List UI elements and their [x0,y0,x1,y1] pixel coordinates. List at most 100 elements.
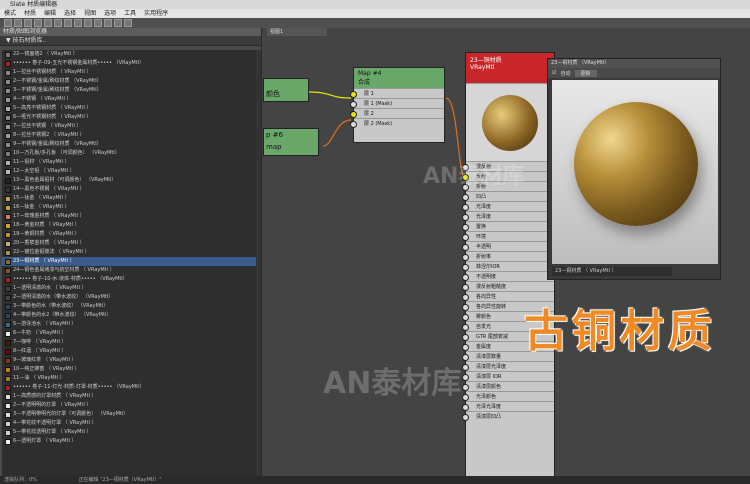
socket-pin[interactable] [462,234,469,241]
composite-map-node[interactable]: Map #4 合成 层 1 层 1 (Mask) 层 2 层 2 (Mask) [350,67,445,143]
material-list-item[interactable]: 5—游泳池水 （ VRayMtl ） [2,320,256,329]
layout-all-icon[interactable] [74,19,82,27]
material-list-item[interactable]: 7—拉丝不锈钢 （ VRayMtl ） [2,122,256,131]
socket-pin[interactable] [462,224,469,231]
material-list-item[interactable]: 20—香槟金材质 （ VRayMtl ） [2,239,256,248]
socket-pin[interactable] [462,274,469,281]
select-tool-icon[interactable] [4,19,12,27]
material-list-item[interactable]: 10—纯正蜂蜜 （ VRayMtl ） [2,365,256,374]
socket-pin[interactable] [350,101,357,108]
material-list-item[interactable]: 6—哑光不锈钢材质 （ VRayMtl ） [2,113,256,122]
library-group-header[interactable]: ▼ 技石材质库.. [0,36,261,46]
socket-pin[interactable] [462,374,469,381]
material-list-item[interactable]: 14—黑色不锈钢 （ VRayMtl ） [2,185,256,194]
socket-pin[interactable] [462,204,469,211]
material-list-item[interactable]: 5—带花纹透明灯罩 （ VRayMtl ） [2,428,256,437]
slot-layer1[interactable]: 层 1 [350,88,444,98]
material-list-item[interactable]: 4—带花纹不透明灯罩 （ VRayMtl ） [2,419,256,428]
node-canvas[interactable]: 视图1 颜色 p #6 map Map #4 合成 层 1 层 1 (Mask)… [263,28,750,477]
socket-pin[interactable] [462,404,469,411]
material-list-item[interactable]: 5—高亮不锈钢材质 （ VRayMtl ） [2,104,256,113]
zoom-tool-icon[interactable] [24,19,32,27]
material-list-item[interactable]: 12—太空铝 （ VRayMtl ） [2,167,256,176]
material-list-item[interactable]: 8—拉丝不锈钢2 （ VRayMtl ） [2,131,256,140]
material-list-item[interactable]: 10—万孔板/多孔板 （可调颜色） （VRayMtl） [2,149,256,158]
material-list-item[interactable]: 4—带颜色的水2（带水波纹） （VRayMtl） [2,311,256,320]
vray-slot[interactable]: 凹凸 [462,191,554,201]
vray-slot[interactable]: 半透明 [462,241,554,251]
material-list-item[interactable]: 15—钛金 （ VRayMtl ） [2,194,256,203]
move-children-icon[interactable] [54,19,62,27]
material-id-icon[interactable] [94,19,102,27]
vray-material-node[interactable]: 23—铜材质 VRayMtl 漫反射 反射 折射 凹凸 光泽度 光泽度 置换 环境 半透明 折射率… [462,52,555,477]
vray-slot[interactable]: 光泽度 [462,201,554,211]
socket-pin[interactable] [462,214,469,221]
material-list-item[interactable]: 2—不锈钢/金属/刷纹材质 （VRayMtl） [2,77,256,86]
material-list-item[interactable]: 19—黄铜材质 （ VRayMtl ） [2,230,256,239]
socket-pin[interactable] [462,194,469,201]
material-list-item[interactable]: 7—咖啡 （ VRayMtl ） [2,338,256,347]
material-list-item[interactable]: 2—透明清澈的水（带水波纹） （VRayMtl） [2,293,256,302]
material-list-item[interactable]: 24—铜色金属烤漆与航空材质 （ VRayMtl ） [2,266,256,275]
slot-layer2[interactable]: 层 2 [350,108,444,118]
socket-pin[interactable] [462,364,469,371]
vray-slot[interactable]: 清漆层凹凸 [462,411,554,421]
socket-pin[interactable] [462,384,469,391]
material-list-item[interactable]: 6—透明灯罩 （ VRayMtl ） [2,437,256,446]
socket-pin[interactable] [462,304,469,311]
slot-layer1-mask[interactable]: 层 1 (Mask) [350,98,444,108]
menu-edit[interactable]: 编辑 [44,9,56,18]
material-list-item[interactable]: 22—镜面铬2 （ VRayMtl ） [2,50,256,59]
material-list-item[interactable]: 9—玻璃红茶 （ VRayMtl ） [2,356,256,365]
socket-pin[interactable] [462,414,469,421]
layout-children-icon[interactable] [84,19,92,27]
menu-tools[interactable]: 工具 [124,9,136,18]
material-list-item[interactable]: 6—牛奶 （ VRayMtl ） [2,329,256,338]
menu-view[interactable]: 视图 [84,9,96,18]
socket-pin[interactable] [462,284,469,291]
socket-pin[interactable] [462,344,469,351]
pan-tool-icon[interactable] [14,19,22,27]
material-list-item[interactable]: 16—钛金 （ VRayMtl ） [2,203,256,212]
socket-pin[interactable] [350,91,357,98]
socket-pin[interactable] [462,324,469,331]
socket-pin[interactable] [462,244,469,251]
material-list-item[interactable]: 11—铝材 （ VRayMtl ） [2,158,256,167]
vray-slot[interactable]: 不透明度 [462,271,554,281]
socket-pin[interactable] [462,254,469,261]
material-list-item[interactable]: •••••• 巻子-09-五光不锈钢金属材质••••• （VRayMtl） [2,59,256,68]
vray-slot[interactable]: 菲涅尔IOR [462,261,554,271]
material-list-item[interactable]: 4—不锈钢 （ VRayMtl ） [2,95,256,104]
update-button[interactable]: 更新 [574,69,597,77]
material-list-item[interactable]: 9—不锈钢/金属/刷纹材质 （VRayMtl） [2,140,256,149]
vray-slot[interactable]: 光泽度 [462,211,554,221]
vray-slot[interactable]: 清漆层颜色 [462,381,554,391]
material-list-item[interactable]: 13—黑色金属铝材（可调颜色） （VRayMtl） [2,176,256,185]
socket-pin[interactable] [462,334,469,341]
material-list-item[interactable]: 1—拉丝不锈钢材质 （ VRayMtl ） [2,68,256,77]
background-icon[interactable] [114,19,122,27]
menu-select[interactable]: 选择 [64,9,76,18]
socket-pin[interactable] [462,294,469,301]
socket-pin[interactable] [462,354,469,361]
socket-pin[interactable] [462,394,469,401]
socket-pin[interactable] [462,264,469,271]
show-map-icon[interactable] [104,19,112,27]
menu-material[interactable]: 材质 [24,9,36,18]
vray-slot[interactable]: 光泽光泽度 [462,401,554,411]
material-list-item[interactable]: 2—不透明明的灯罩 （ VRayMtl ） [2,401,256,410]
material-list-item[interactable]: 3—带颜色的水（带水波纹） （VRayMtl） [2,302,256,311]
material-list-item[interactable]: 1—透明清澈的水 （ VRayMtl ） [2,284,256,293]
socket-pin[interactable] [350,111,357,118]
menu-options[interactable]: 选项 [104,9,116,18]
slot-layer2-mask[interactable]: 层 2 (Mask) [350,118,444,128]
auto-checkbox[interactable]: ☑ [552,70,556,76]
material-list-item[interactable]: 11—油 （ VRayMtl ） [2,374,256,383]
delete-icon[interactable] [44,19,52,27]
vray-slot[interactable]: 置换 [462,221,554,231]
vray-slot[interactable]: 漫反射粗糙度 [462,281,554,291]
menu-utilities[interactable]: 实用程序 [144,9,168,18]
hide-unused-icon[interactable] [64,19,72,27]
socket-pin[interactable] [350,121,357,128]
material-list-item[interactable]: 1—高质感的灯罩材质 （ VRayMtl ） [2,392,256,401]
